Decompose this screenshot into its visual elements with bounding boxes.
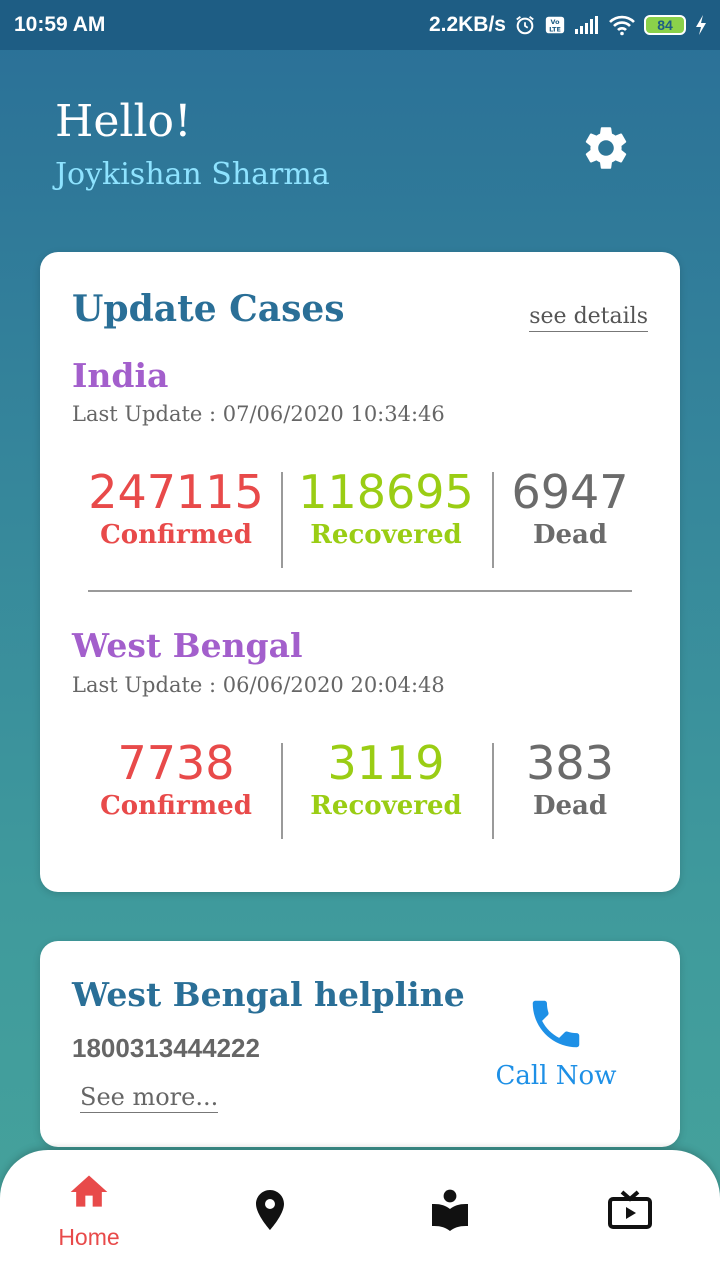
status-bar: 10:59 AM 2.2KB/s Vo LTE 84 [0, 0, 720, 50]
stats-india: 247115 Confirmed 118695 Recovered 6947 D… [40, 466, 680, 570]
user-name: Joykishan Sharma [55, 157, 330, 192]
alarm-icon [514, 14, 536, 36]
see-details-link[interactable]: see details [529, 304, 648, 332]
status-time: 10:59 AM [14, 13, 106, 36]
home-icon [70, 1175, 108, 1207]
net-speed: 2.2KB/s [428, 13, 506, 36]
nav-tv[interactable] [560, 1150, 700, 1280]
call-now-button[interactable]: Call Now [492, 993, 620, 1091]
tv-play-icon [608, 1190, 652, 1229]
location-pin-icon [256, 1190, 284, 1230]
divider [281, 743, 283, 839]
nav-home[interactable]: Home [19, 1150, 159, 1280]
dead-label: Dead [532, 791, 608, 821]
dead-label: Dead [532, 520, 608, 550]
recovered-label: Recovered [310, 520, 462, 550]
update-cases-card: Update Cases see details India Last Upda… [40, 252, 680, 892]
helpline-card: West Bengal helpline 1800313444222 See m… [40, 941, 680, 1147]
stat-confirmed: 7738 Confirmed [76, 737, 276, 821]
wifi-icon [608, 14, 636, 36]
greeting-title: Hello! [55, 96, 192, 147]
confirmed-label: Confirmed [100, 791, 252, 821]
confirmed-count: 247115 [88, 465, 264, 519]
helpline-title: West Bengal helpline [72, 975, 465, 1014]
last-update-india: Last Update : 07/06/2020 10:34:46 [72, 402, 445, 426]
dead-count: 383 [526, 736, 614, 790]
volte-icon: Vo LTE [544, 14, 566, 36]
stat-dead: 383 Dead [470, 737, 670, 821]
stat-dead: 6947 Dead [470, 466, 670, 550]
settings-button[interactable] [580, 122, 632, 174]
svg-text:LTE: LTE [549, 25, 561, 33]
gear-icon [585, 127, 627, 169]
stat-confirmed: 247115 Confirmed [76, 466, 276, 550]
card-title: Update Cases [72, 288, 345, 330]
nav-home-label: Home [58, 1224, 120, 1250]
status-icons: 2.2KB/s Vo LTE 84 [429, 13, 708, 37]
helpline-number: 1800313444222 [72, 1033, 260, 1063]
recovered-count: 118695 [298, 465, 474, 519]
confirmed-count: 7738 [117, 736, 235, 790]
charging-icon [694, 14, 708, 36]
region-name-india: India [72, 356, 169, 395]
battery-icon: 84 [644, 15, 686, 35]
bottom-navigation: Home [0, 1150, 720, 1280]
recovered-count: 3119 [327, 736, 445, 790]
last-update-west-bengal: Last Update : 06/06/2020 20:04:48 [72, 673, 445, 697]
greeting-block: Hello! Joykishan Sharma [55, 96, 330, 192]
call-now-label: Call Now [495, 1061, 617, 1091]
nav-learn[interactable] [380, 1150, 520, 1280]
reader-book-icon [432, 1189, 468, 1231]
stat-recovered: 118695 Recovered [286, 466, 486, 550]
dead-count: 6947 [511, 465, 629, 519]
stat-recovered: 3119 Recovered [286, 737, 486, 821]
stats-west-bengal: 7738 Confirmed 3119 Recovered 383 Dead [40, 737, 680, 841]
see-more-link[interactable]: See more... [80, 1083, 219, 1113]
signal-icon [574, 15, 600, 35]
section-divider [88, 590, 632, 592]
region-name-west-bengal: West Bengal [72, 626, 303, 665]
nav-location[interactable] [200, 1150, 340, 1280]
divider [281, 472, 283, 568]
confirmed-label: Confirmed [100, 520, 252, 550]
recovered-label: Recovered [310, 791, 462, 821]
phone-icon [532, 1000, 580, 1048]
